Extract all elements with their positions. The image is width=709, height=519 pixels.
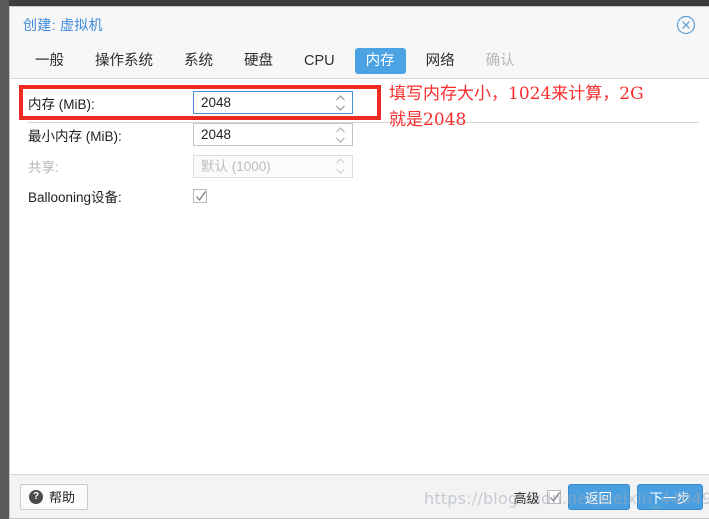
- label-shares: 共享:: [28, 160, 59, 175]
- tab-harddisk[interactable]: 硬盘: [233, 48, 284, 74]
- back-button[interactable]: 返回: [567, 484, 630, 510]
- label-memory: 内存 (MiB):: [28, 96, 95, 112]
- tab-os[interactable]: 操作系统: [84, 48, 164, 74]
- shares-spinner-arrows: [335, 158, 346, 175]
- chevron-down-icon: [336, 137, 345, 143]
- shares-value: 默认 (1000): [201, 158, 271, 174]
- tab-cpu[interactable]: CPU: [293, 48, 346, 74]
- label-min-memory: 最小内存 (MiB):: [28, 128, 122, 144]
- chevron-up-icon: [336, 94, 345, 100]
- annotation-line-2: 就是2048: [389, 110, 467, 130]
- label-ballooning: Ballooning设备:: [28, 190, 122, 205]
- advanced-checkbox[interactable]: [546, 490, 561, 504]
- check-icon: [549, 492, 560, 503]
- close-circle-icon[interactable]: [675, 14, 697, 36]
- footer-actions: 高级 返回 下一步: [513, 475, 703, 519]
- create-vm-dialog: 创建: 虚拟机 一般 操作系统 系统 硬盘 CPU 内存 网络 确认 内存 (M…: [9, 6, 709, 519]
- dialog-title: 创建: 虚拟机: [23, 17, 103, 33]
- next-button[interactable]: 下一步: [636, 484, 703, 510]
- question-mark-icon: ?: [29, 489, 43, 504]
- screen: 创建: 虚拟机 一般 操作系统 系统 硬盘 CPU 内存 网络 确认 内存 (M…: [0, 0, 709, 519]
- memory-spinner-arrows[interactable]: [335, 94, 346, 111]
- tab-general[interactable]: 一般: [24, 48, 75, 74]
- help-button-label: 帮助: [49, 490, 76, 505]
- background-left-gutter: [0, 0, 9, 519]
- annotation-text: 填写内存大小，1024来计算，2G 就是2048: [389, 81, 644, 133]
- min-memory-spinbox[interactable]: 2048: [193, 123, 353, 146]
- dialog-header: 创建: 虚拟机: [10, 7, 709, 43]
- advanced-label: 高级: [513, 490, 540, 506]
- dialog-body: 内存 (MiB): 2048 最小内存 (MiB): 2048 共享: 默认 (…: [10, 79, 709, 474]
- chevron-up-icon: [336, 158, 345, 164]
- min-memory-value: 2048: [201, 127, 232, 142]
- chevron-down-icon: [336, 105, 345, 111]
- tab-system[interactable]: 系统: [173, 48, 224, 74]
- chevron-down-icon: [336, 168, 345, 174]
- ballooning-checkbox[interactable]: [193, 189, 207, 203]
- dialog-footer: ? 帮助 高级 返回 下一步: [10, 474, 709, 518]
- min-memory-spinner-arrows[interactable]: [335, 126, 346, 143]
- memory-spinbox[interactable]: 2048: [193, 91, 353, 114]
- tab-memory[interactable]: 内存: [354, 47, 406, 74]
- tab-confirm: 确认: [485, 52, 515, 69]
- chevron-up-icon: [336, 126, 345, 132]
- memory-value: 2048: [201, 95, 232, 110]
- tab-bar: 一般 操作系统 系统 硬盘 CPU 内存 网络 确认: [10, 43, 709, 79]
- row-shares: 共享: 默认 (1000): [10, 151, 709, 181]
- help-button[interactable]: ? 帮助: [20, 483, 89, 510]
- row-ballooning: Ballooning设备:: [10, 181, 709, 211]
- shares-spinbox: 默认 (1000): [193, 154, 353, 178]
- check-icon: [196, 191, 207, 202]
- tab-network[interactable]: 网络: [415, 48, 466, 74]
- annotation-line-1: 填写内存大小，1024来计算，2G: [389, 84, 644, 104]
